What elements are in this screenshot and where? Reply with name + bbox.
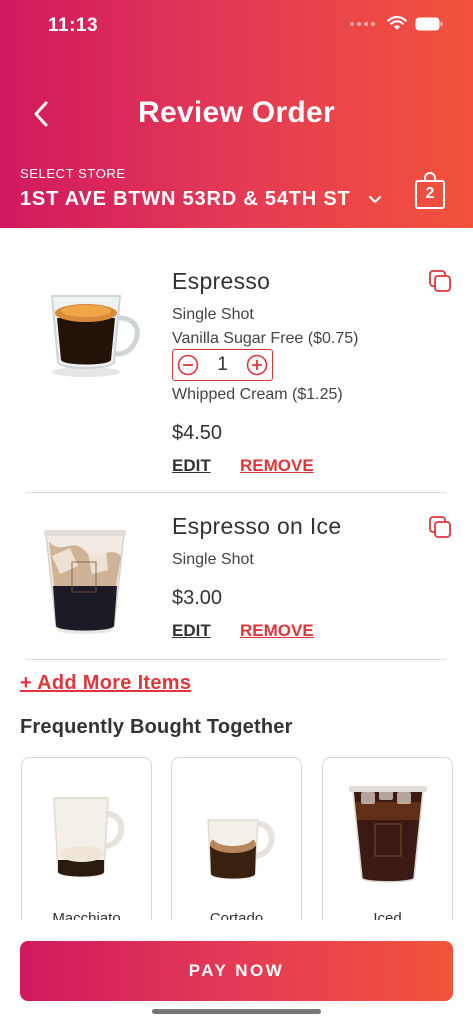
decrease-quantity-button[interactable] <box>177 354 199 376</box>
signal-icon <box>350 21 375 26</box>
status-time: 11:13 <box>48 15 99 36</box>
edit-item-link[interactable]: EDIT <box>172 621 211 641</box>
suggestions-carousel[interactable]: Macchiato Cortado Iced <box>0 757 473 920</box>
divider <box>26 659 446 660</box>
status-bar: 11:13 <box>0 0 473 54</box>
status-icons <box>350 16 443 31</box>
increase-quantity-button[interactable] <box>246 354 268 376</box>
product-name: Cortado <box>209 910 264 920</box>
item-option: Vanilla Sugar Free ($0.75) <box>172 330 359 347</box>
minus-circle-icon <box>177 354 199 376</box>
duplicate-item-button[interactable] <box>428 515 452 539</box>
plus-circle-icon <box>246 354 268 376</box>
wifi-icon <box>387 16 407 30</box>
espresso-image <box>38 280 148 385</box>
header: 11:13 Review Order SELECT STORE 1ST AVE … <box>0 0 473 228</box>
item-option: Whipped Cream ($1.25) <box>172 386 343 403</box>
item-price: $4.50 <box>172 422 223 444</box>
item-price: $3.00 <box>172 587 223 609</box>
product-name: Iced <box>373 910 402 920</box>
cart-button[interactable]: 2 <box>414 172 446 210</box>
item-option: Single Shot <box>172 306 254 323</box>
home-indicator[interactable] <box>152 1009 321 1014</box>
duplicate-item-button[interactable] <box>428 269 452 293</box>
quantity-stepper: 1 <box>172 349 273 381</box>
remove-item-link[interactable]: REMOVE <box>240 456 314 476</box>
item-name: Espresso on Ice <box>172 513 342 539</box>
store-selector[interactable]: 1ST AVE BTWN 53RD & 54TH ST <box>20 188 383 211</box>
store-name: 1ST AVE BTWN 53RD & 54TH ST <box>20 188 351 210</box>
product-card-macchiato[interactable]: Macchiato <box>21 757 152 920</box>
store-label: SELECT STORE <box>20 166 126 181</box>
chevron-down-icon <box>367 195 383 205</box>
divider <box>26 492 446 493</box>
edit-item-link[interactable]: EDIT <box>172 456 211 476</box>
copy-icon <box>429 516 451 538</box>
macchiato-image <box>22 780 151 892</box>
frequently-bought-title: Frequently Bought Together <box>20 716 293 738</box>
remove-item-link[interactable]: REMOVE <box>240 621 314 641</box>
cart-count-badge: 2 <box>425 185 435 202</box>
pay-now-button[interactable]: PAY NOW <box>20 941 453 1001</box>
copy-icon <box>429 270 451 292</box>
cortado-image <box>172 780 301 892</box>
battery-icon <box>415 17 443 30</box>
page-title: Review Order <box>137 96 336 129</box>
product-card-iced[interactable]: Iced <box>322 757 453 920</box>
item-name: Espresso <box>172 268 271 294</box>
item-option: Single Shot <box>172 551 254 568</box>
espresso-on-ice-image <box>42 526 128 641</box>
quantity-value: 1 <box>217 354 228 375</box>
product-card-cortado[interactable]: Cortado <box>171 757 302 920</box>
add-more-items-link[interactable]: + Add More Items <box>20 672 191 695</box>
product-name: Macchiato <box>52 910 121 920</box>
iced-coffee-image <box>323 780 452 892</box>
